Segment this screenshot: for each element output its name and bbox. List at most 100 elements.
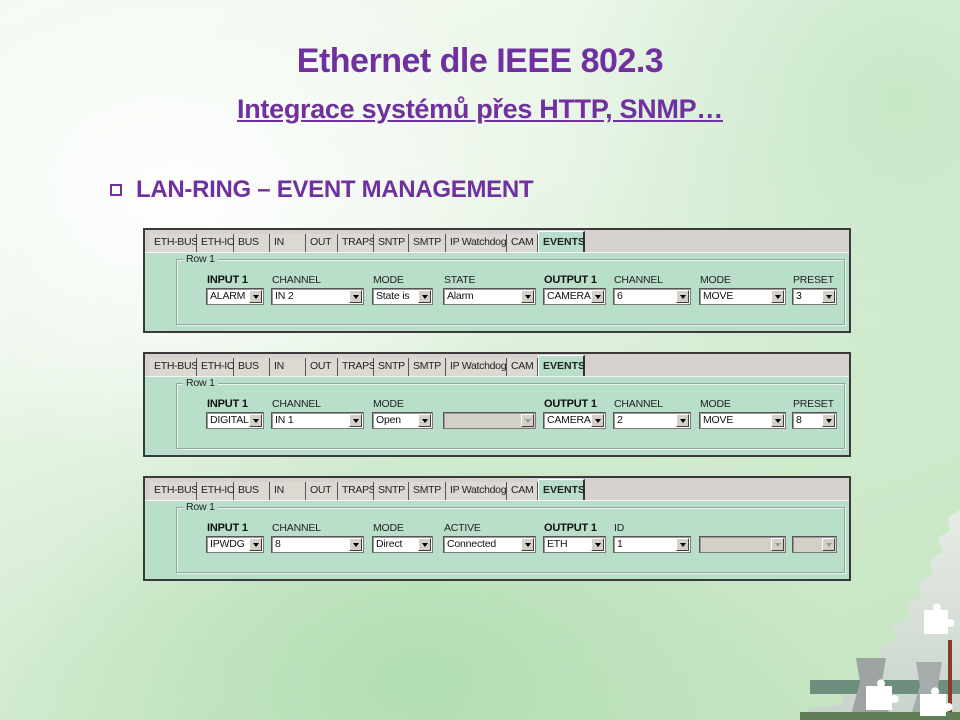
chevron-down-icon[interactable] — [591, 414, 604, 427]
tab-smtp[interactable]: SMTP — [409, 482, 446, 500]
output-1-dropdown[interactable]: ETH — [543, 536, 606, 553]
field-label: CHANNEL — [614, 274, 663, 286]
dropdown-value: Direct — [376, 538, 403, 550]
tab-ip-watchdog[interactable]: IP Watchdog — [446, 482, 507, 500]
tab-cam[interactable]: CAM — [507, 358, 538, 376]
field-label: INPUT 1 — [207, 522, 248, 534]
output-1-dropdown[interactable]: CAMERA — [543, 288, 606, 305]
tab-eth-bus[interactable]: ETH-BUS — [150, 234, 198, 252]
input-1-dropdown[interactable]: DIGITAL — [206, 412, 264, 429]
chevron-down-icon[interactable] — [418, 414, 431, 427]
mode-dropdown[interactable]: Direct — [372, 536, 433, 553]
chevron-down-icon[interactable] — [349, 538, 362, 551]
chevron-down-icon[interactable] — [676, 538, 689, 551]
tab-bus[interactable]: BUS — [234, 358, 270, 376]
dropdown-value: Open — [376, 414, 401, 426]
chevron-down-icon[interactable] — [521, 538, 534, 551]
channel-dropdown[interactable]: 8 — [271, 536, 364, 553]
channel-dropdown[interactable]: IN 2 — [271, 288, 364, 305]
preset-dropdown[interactable]: 3 — [792, 288, 837, 305]
dropdown-value: MOVE — [703, 290, 734, 302]
tab-out[interactable]: OUT — [306, 234, 338, 252]
field-label: OUTPUT 1 — [544, 522, 597, 534]
tab-ip-watchdog[interactable]: IP Watchdog — [446, 234, 507, 252]
chevron-down-icon[interactable] — [591, 538, 604, 551]
tab-eth-bus[interactable]: ETH-BUS — [150, 358, 198, 376]
tab-eth-io[interactable]: ETH-IO — [197, 358, 235, 376]
channel-dropdown[interactable]: 6 — [613, 288, 691, 305]
mode-dropdown[interactable]: MOVE — [699, 288, 786, 305]
field-label: MODE — [373, 522, 404, 534]
tab-in[interactable]: IN — [270, 358, 306, 376]
mode-dropdown[interactable]: State is — [372, 288, 433, 305]
input-1-dropdown[interactable]: ALARM — [206, 288, 264, 305]
tab-eth-io[interactable]: ETH-IO — [197, 234, 235, 252]
tab-sntp[interactable]: SNTP — [374, 234, 409, 252]
output-1-dropdown[interactable]: CAMERA — [543, 412, 606, 429]
dropdown-value: DIGITAL — [210, 414, 249, 426]
row-group-box: Row 1 INPUT 1 IPWDG CHANNEL 8 MODE Direct ACTIV… — [176, 501, 845, 573]
chevron-down-icon[interactable] — [822, 290, 835, 303]
chevron-down-icon[interactable] — [418, 290, 431, 303]
active-dropdown[interactable]: Connected — [443, 536, 536, 553]
tab-eth-io[interactable]: ETH-IO — [197, 482, 235, 500]
tab-events[interactable]: EVENTS — [538, 479, 585, 500]
tab-sntp[interactable]: SNTP — [374, 482, 409, 500]
chevron-down-icon[interactable] — [349, 290, 362, 303]
dropdown-value: MOVE — [703, 414, 734, 426]
chevron-down-icon[interactable] — [676, 414, 689, 427]
field-label: CHANNEL — [272, 522, 321, 534]
group-label: Row 1 — [183, 253, 218, 265]
chevron-down-icon[interactable] — [771, 290, 784, 303]
tab-traps[interactable]: TRAPS — [338, 358, 376, 376]
mode-dropdown[interactable]: Open — [372, 412, 433, 429]
chevron-down-icon[interactable] — [418, 538, 431, 551]
tab-ip-watchdog[interactable]: IP Watchdog — [446, 358, 507, 376]
dropdown-value: 1 — [617, 538, 623, 550]
tab-smtp[interactable]: SMTP — [409, 358, 446, 376]
bullet-item: LAN-RING – EVENT MANAGEMENT — [110, 176, 534, 204]
chevron-down-icon[interactable] — [349, 414, 362, 427]
chevron-down-icon[interactable] — [249, 414, 262, 427]
preset-dropdown[interactable]: 8 — [792, 412, 837, 429]
tab-events[interactable]: EVENTS — [538, 231, 585, 252]
channel-dropdown[interactable]: IN 1 — [271, 412, 364, 429]
tab-traps[interactable]: TRAPS — [338, 234, 376, 252]
field-label: INPUT 1 — [207, 274, 248, 286]
chevron-down-icon[interactable] — [249, 538, 262, 551]
tab-cam[interactable]: CAM — [507, 482, 538, 500]
field-label: MODE — [700, 398, 731, 410]
dropdown-value: CAMERA — [547, 414, 591, 426]
tab-sntp[interactable]: SNTP — [374, 358, 409, 376]
row-group-box: Row 1 INPUT 1 ALARM CHANNEL IN 2 MODE State is… — [176, 253, 845, 325]
field-label: MODE — [373, 274, 404, 286]
tab-in[interactable]: IN — [270, 482, 306, 500]
chevron-down-icon[interactable] — [521, 290, 534, 303]
input-1-dropdown[interactable]: IPWDG — [206, 536, 264, 553]
mode-dropdown[interactable]: MOVE — [699, 412, 786, 429]
chevron-down-icon[interactable] — [591, 290, 604, 303]
tab-traps[interactable]: TRAPS — [338, 482, 376, 500]
tab-out[interactable]: OUT — [306, 358, 338, 376]
slide-title: Ethernet dle IEEE 802.3 — [296, 42, 664, 80]
chevron-down-icon[interactable] — [676, 290, 689, 303]
tab-in[interactable]: IN — [270, 234, 306, 252]
state-dropdown[interactable]: Alarm — [443, 288, 536, 305]
chevron-down-icon[interactable] — [249, 290, 262, 303]
dropdown-value: 6 — [617, 290, 623, 302]
tab-smtp[interactable]: SMTP — [409, 234, 446, 252]
chevron-down-icon[interactable] — [771, 414, 784, 427]
id-dropdown[interactable]: 1 — [613, 536, 691, 553]
channel-dropdown[interactable]: 2 — [613, 412, 691, 429]
chevron-down-icon[interactable] — [822, 414, 835, 427]
tab-events[interactable]: EVENTS — [538, 355, 585, 376]
tab-bus[interactable]: BUS — [234, 482, 270, 500]
field-label: OUTPUT 1 — [544, 274, 597, 286]
tab-bus[interactable]: BUS — [234, 234, 270, 252]
tab-cam[interactable]: CAM — [507, 234, 538, 252]
field-label: CHANNEL — [272, 274, 321, 286]
tab-eth-bus[interactable]: ETH-BUS — [150, 482, 198, 500]
group-label: Row 1 — [183, 377, 218, 389]
tab-strip: ETH-BUS ETH-IO BUS IN OUT TRAPS SNTP SMTP IP Wat… — [145, 354, 849, 377]
tab-out[interactable]: OUT — [306, 482, 338, 500]
